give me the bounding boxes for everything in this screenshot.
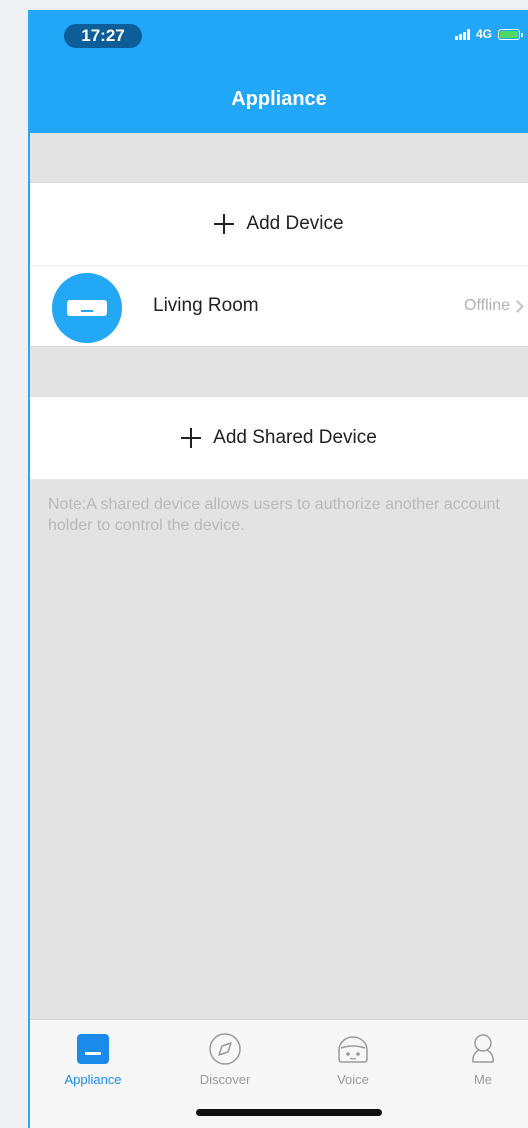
tab-label: Voice <box>337 1072 369 1087</box>
add-device-label: Add Device <box>246 213 344 234</box>
device-row-living-room[interactable]: Living Room Offline <box>30 265 528 347</box>
plus-icon <box>214 214 235 234</box>
app-screen: 17:27 4G Appliance Add Device Living Roo… <box>28 10 528 1128</box>
battery-icon <box>498 28 523 40</box>
app-header: 17:27 4G Appliance <box>30 10 528 133</box>
device-name: Living Room <box>153 295 259 316</box>
chevron-right-icon <box>511 299 524 313</box>
tab-me[interactable]: Me <box>428 1032 528 1087</box>
tab-label: Appliance <box>64 1072 122 1087</box>
shared-device-note: Note:A shared device allows users to aut… <box>48 496 500 534</box>
status-time: 17:27 <box>64 24 142 48</box>
tab-appliance[interactable]: Appliance <box>38 1032 148 1087</box>
tab-label: Me <box>473 1072 493 1087</box>
home-indicator[interactable] <box>196 1109 382 1116</box>
status-bar: 17:27 4G <box>30 10 528 56</box>
network-type: 4G <box>475 27 492 41</box>
page-title: Appliance <box>231 88 327 110</box>
add-shared-device-label: Add Shared Device <box>213 427 377 448</box>
robot-icon <box>336 1032 370 1066</box>
plus-icon <box>181 428 202 448</box>
compass-icon <box>208 1032 242 1066</box>
add-shared-device-button[interactable]: Add Shared Device <box>30 397 528 479</box>
appliance-icon <box>76 1032 110 1066</box>
device-status: Offline <box>464 297 524 315</box>
tab-discover[interactable]: Discover <box>170 1032 280 1087</box>
status-indicators: 4G <box>454 27 523 41</box>
signal-icon <box>454 28 470 40</box>
person-icon <box>466 1032 500 1066</box>
add-device-button[interactable]: Add Device <box>30 182 528 265</box>
tab-voice[interactable]: Voice <box>298 1032 408 1087</box>
device-status-label: Offline <box>464 297 510 314</box>
tab-label: Discover <box>199 1072 251 1087</box>
air-conditioner-icon <box>52 273 122 343</box>
